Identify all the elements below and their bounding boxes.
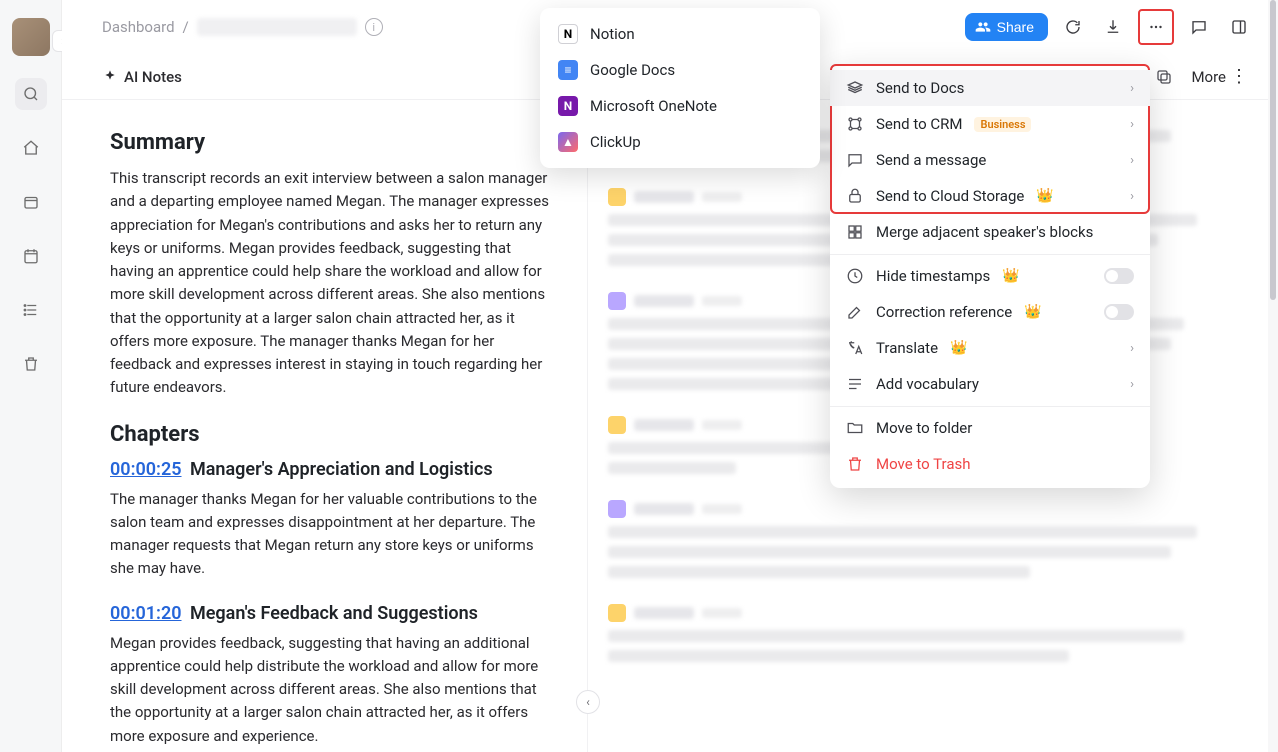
onenote-icon: N xyxy=(558,96,578,116)
ctx-translate[interactable]: Translate 👑 › xyxy=(830,330,1150,366)
panel-icon[interactable] xyxy=(1224,12,1254,42)
breadcrumb-root[interactable]: Dashboard xyxy=(102,18,175,36)
transcript-block xyxy=(608,604,1248,662)
ctx-label: Move to folder xyxy=(876,419,972,437)
ctx-label: Hide timestamps xyxy=(876,267,990,285)
summary-heading: Summary xyxy=(110,130,557,155)
ctx-hide-timestamps[interactable]: Hide timestamps 👑 xyxy=(830,254,1150,294)
share-button[interactable]: Share xyxy=(965,13,1048,41)
notion-icon: N xyxy=(558,24,578,44)
ctx-send-cloud[interactable]: Send to Cloud Storage 👑 › xyxy=(830,178,1150,214)
ctx-add-vocabulary[interactable]: Add vocabulary › xyxy=(830,366,1150,402)
home-icon[interactable] xyxy=(15,132,47,164)
submenu-label: ClickUp xyxy=(590,133,641,151)
ctx-label: Add vocabulary xyxy=(876,375,979,393)
business-badge: Business xyxy=(974,117,1031,132)
list-icon[interactable] xyxy=(15,294,47,326)
share-button-label: Share xyxy=(997,19,1034,35)
google-docs-icon: ≡ xyxy=(558,60,578,80)
download-icon[interactable] xyxy=(1098,12,1128,42)
submenu-label: Google Docs xyxy=(590,61,675,79)
info-icon[interactable]: i xyxy=(365,18,383,36)
clickup-icon: ▲ xyxy=(558,132,578,152)
ctx-label: Send a message xyxy=(876,151,986,169)
chapter-body: The manager thanks Megan for her valuabl… xyxy=(110,488,557,581)
chevron-right-icon: › xyxy=(1130,189,1134,204)
ctx-send-to-docs[interactable]: Send to Docs › xyxy=(830,70,1150,106)
chapter-item: 00:00:25 Manager's Appreciation and Logi… xyxy=(110,459,557,581)
summary-body: This transcript records an exit intervie… xyxy=(110,167,557,400)
submenu-item-clickup[interactable]: ▲ ClickUp xyxy=(540,124,820,160)
chapter-timestamp[interactable]: 00:01:20 xyxy=(110,603,182,624)
search-icon[interactable] xyxy=(15,78,47,110)
ctx-send-to-crm[interactable]: Send to CRM Business › xyxy=(830,106,1150,142)
submenu-item-onenote[interactable]: N Microsoft OneNote xyxy=(540,88,820,124)
submenu-label: Notion xyxy=(590,25,635,43)
ctx-label: Send to Docs xyxy=(876,79,964,97)
calendar-icon[interactable] xyxy=(15,240,47,272)
chapters-heading: Chapters xyxy=(110,422,557,447)
crown-icon: 👑 xyxy=(1024,304,1041,320)
ctx-label: Move to Trash xyxy=(876,455,970,473)
ctx-label: Merge adjacent speaker's blocks xyxy=(876,223,1093,241)
ctx-send-message[interactable]: Send a message › xyxy=(830,142,1150,178)
chapter-item: 00:01:20 Megan's Feedback and Suggestion… xyxy=(110,603,557,748)
chevron-right-icon: › xyxy=(1130,81,1134,96)
crown-icon: 👑 xyxy=(1036,188,1053,204)
refresh-icon[interactable] xyxy=(1058,12,1088,42)
ctx-label: Send to Cloud Storage xyxy=(876,187,1024,205)
breadcrumb-title-redacted xyxy=(197,18,357,36)
copy-icon[interactable] xyxy=(1149,62,1179,92)
ctx-correction-reference[interactable]: Correction reference 👑 xyxy=(830,294,1150,330)
trash-icon[interactable] xyxy=(15,348,47,380)
submenu-item-notion[interactable]: N Notion xyxy=(540,16,820,52)
ai-notes-button[interactable]: AI Notes xyxy=(102,68,182,86)
chapter-timestamp[interactable]: 00:00:25 xyxy=(110,459,182,480)
toggle-switch[interactable] xyxy=(1104,304,1134,320)
workspace-avatar[interactable] xyxy=(12,18,50,56)
ctx-merge-blocks[interactable]: Merge adjacent speaker's blocks xyxy=(830,214,1150,250)
inbox-icon[interactable] xyxy=(15,186,47,218)
chevron-right-icon: › xyxy=(1130,341,1134,356)
comment-icon[interactable] xyxy=(1184,12,1214,42)
chevron-right-icon: › xyxy=(1130,377,1134,392)
send-to-docs-submenu: N Notion ≡ Google Docs N Microsoft OneNo… xyxy=(540,8,820,168)
notes-panel: Summary This transcript records an exit … xyxy=(62,100,587,752)
chapter-body: Megan provides feedback, suggesting that… xyxy=(110,632,557,748)
crown-icon: 👑 xyxy=(1002,268,1019,284)
chapter-title-text: Manager's Appreciation and Logistics xyxy=(190,459,493,480)
toggle-switch[interactable] xyxy=(1104,268,1134,284)
ctx-move-trash[interactable]: Move to Trash xyxy=(830,446,1150,482)
submenu-label: Microsoft OneNote xyxy=(590,97,717,115)
collapse-handle-icon[interactable]: ‹ xyxy=(576,690,600,714)
ctx-label: Send to CRM xyxy=(876,115,962,133)
ctx-move-folder[interactable]: Move to folder xyxy=(830,406,1150,446)
more-actions-button[interactable]: More ⋮ xyxy=(1191,66,1248,87)
ctx-label: Correction reference xyxy=(876,303,1012,321)
breadcrumb: Dashboard / i xyxy=(102,18,383,36)
chevron-right-icon: › xyxy=(1130,153,1134,168)
left-sidebar: › xyxy=(0,0,62,752)
chevron-right-icon: › xyxy=(1130,117,1134,132)
submenu-item-google-docs[interactable]: ≡ Google Docs xyxy=(540,52,820,88)
more-context-menu: Send to Docs › Send to CRM Business › Se… xyxy=(830,64,1150,488)
ctx-label: Translate xyxy=(876,339,938,357)
transcript-block xyxy=(608,500,1248,578)
chapter-title-text: Megan's Feedback and Suggestions xyxy=(190,603,478,624)
breadcrumb-sep: / xyxy=(183,18,189,36)
right-scrollbar[interactable] xyxy=(1268,0,1278,752)
ai-notes-label: AI Notes xyxy=(124,68,182,86)
more-menu-button[interactable] xyxy=(1138,9,1174,45)
crown-icon: 👑 xyxy=(950,340,967,356)
